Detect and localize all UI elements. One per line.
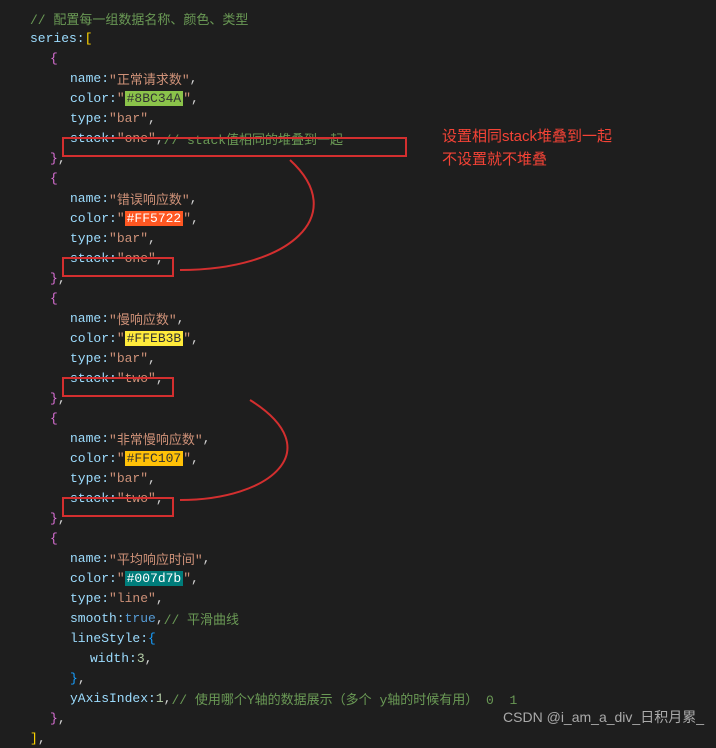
brace-open: {	[0, 48, 716, 68]
width-prop: width: 3,	[0, 648, 716, 668]
color-swatch: #007d7b	[125, 571, 184, 586]
stack-prop: stack: "one",	[0, 248, 716, 268]
type-prop: type: "line",	[0, 588, 716, 608]
stack-prop: stack: "two",	[0, 368, 716, 388]
array-close: ],	[0, 728, 716, 748]
lineStyle-prop: lineStyle: {	[0, 628, 716, 648]
yAxisIndex-prop: yAxisIndex: 1, // 使用哪个Y轴的数据展示（多个 y轴的时候有用…	[0, 688, 716, 708]
name-prop: name: "正常请求数",	[0, 68, 716, 88]
code-editor[interactable]: // 配置每一组数据名称、颜色、类型 series: [ { name: "正常…	[0, 8, 716, 748]
color-swatch: #FFEB3B	[125, 331, 184, 346]
color-swatch: #8BC34A	[125, 91, 184, 106]
name-prop: name: "慢响应数",	[0, 308, 716, 328]
type-prop: type: "bar",	[0, 228, 716, 248]
color-prop: color: "#8BC34A",	[0, 88, 716, 108]
color-swatch: #FFC107	[125, 451, 184, 466]
annotation-text: 不设置就不堆叠	[442, 148, 547, 169]
color-prop: color: "#FFEB3B",	[0, 328, 716, 348]
watermark: CSDN @i_am_a_div_日积月累_	[503, 707, 704, 727]
series-declaration: series: [	[0, 28, 716, 48]
brace-close: },	[0, 268, 716, 288]
color-prop: color: "#FF5722",	[0, 208, 716, 228]
brace-close: },	[0, 668, 716, 688]
type-prop: type: "bar",	[0, 348, 716, 368]
annotation-text: 设置相同stack堆叠到一起	[442, 125, 612, 146]
name-prop: name: "非常慢响应数",	[0, 428, 716, 448]
name-prop: name: "错误响应数",	[0, 188, 716, 208]
comment-line: // 配置每一组数据名称、颜色、类型	[0, 8, 716, 28]
color-prop: color: "#007d7b",	[0, 568, 716, 588]
type-prop: type: "bar",	[0, 468, 716, 488]
smooth-prop: smooth: true, // 平滑曲线	[0, 608, 716, 628]
brace-close: },	[0, 508, 716, 528]
brace-close: },	[0, 388, 716, 408]
brace-close: },	[0, 148, 716, 168]
color-prop: color: "#FFC107",	[0, 448, 716, 468]
stack-prop: stack: "two",	[0, 488, 716, 508]
name-prop: name: "平均响应时间",	[0, 548, 716, 568]
brace-open: {	[0, 408, 716, 428]
brace-open: {	[0, 288, 716, 308]
brace-open: {	[0, 528, 716, 548]
brace-open: {	[0, 168, 716, 188]
color-swatch: #FF5722	[125, 211, 184, 226]
